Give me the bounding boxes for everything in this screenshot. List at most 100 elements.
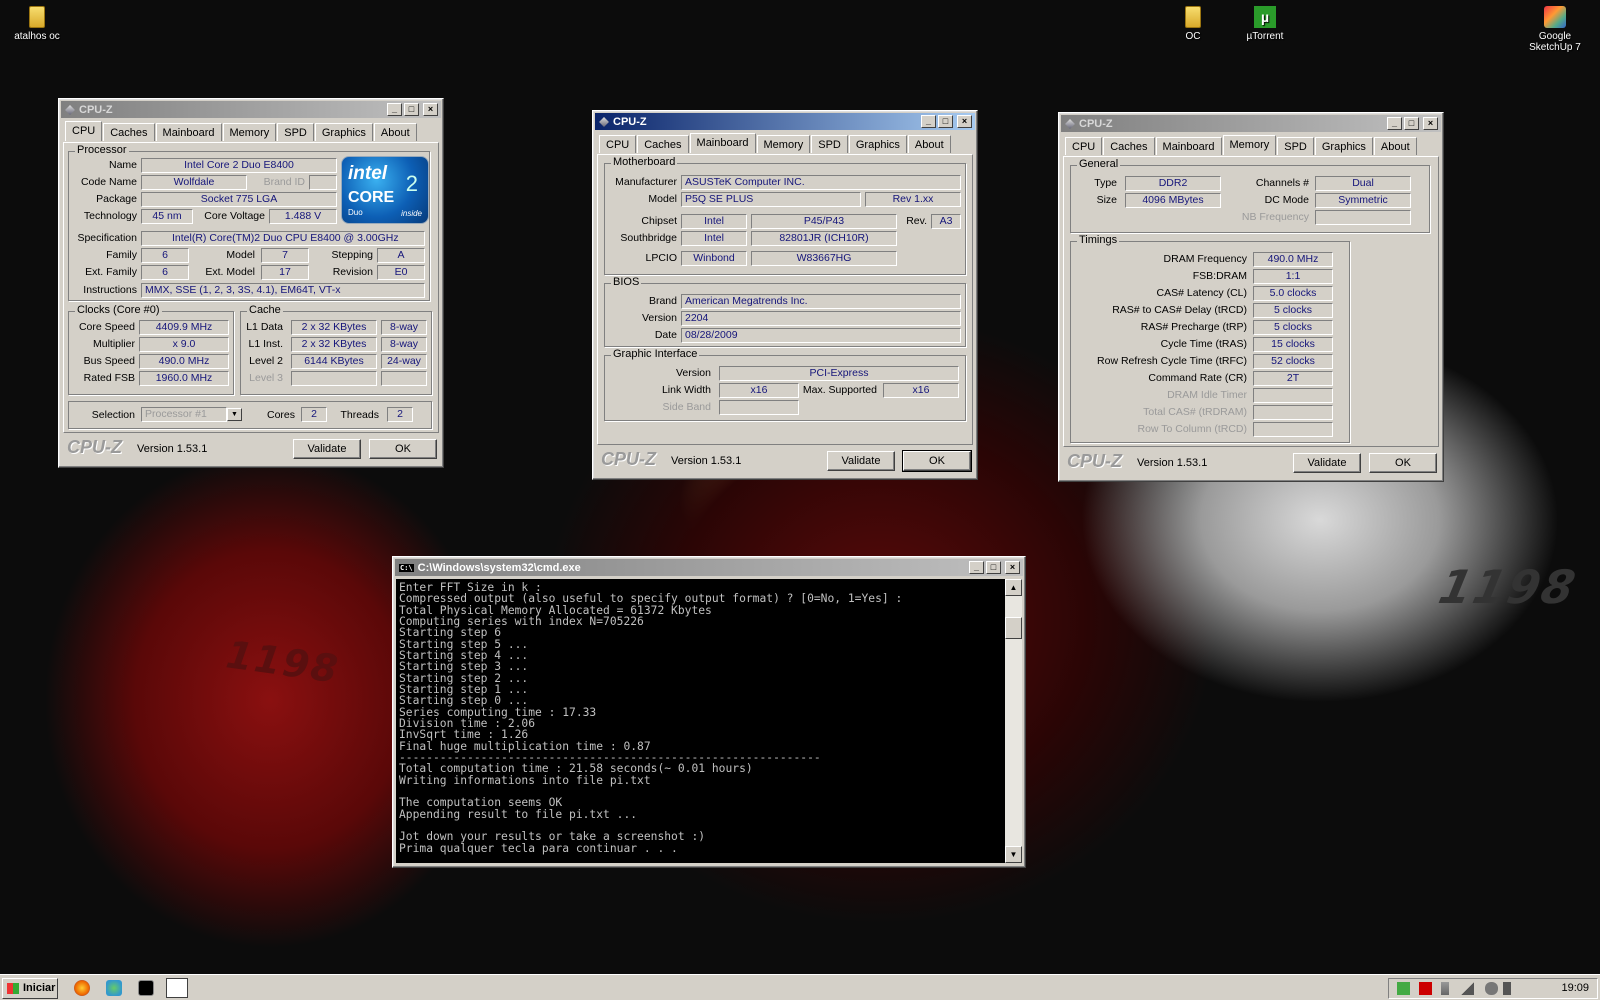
cpuz-taskbar-icon[interactable]	[166, 978, 188, 998]
ok-button[interactable]: OK	[1369, 453, 1437, 473]
console-line: Prima qualquer tecla para continuar . . …	[399, 841, 678, 855]
logo-text: 2	[405, 171, 418, 196]
tab-caches[interactable]: Caches	[637, 135, 689, 153]
logo-text: CORE	[348, 189, 395, 206]
tab-about[interactable]: About	[373, 123, 417, 141]
cpuz-window-mainboard: CPU-Z _ □ × CPU Caches Mainboard Memory …	[592, 110, 978, 480]
flag-icon[interactable]	[1441, 982, 1449, 995]
close-button[interactable]: ×	[423, 103, 438, 116]
lpcio-vendor-value: Winbond	[681, 251, 747, 266]
tab-about[interactable]: About	[1373, 137, 1417, 155]
desktop-icon-atalhos-oc[interactable]: atalhos oc	[0, 6, 74, 42]
tab-graphics[interactable]: Graphics	[1314, 137, 1373, 155]
maximize-button[interactable]: □	[404, 103, 419, 116]
label: DC Mode	[1264, 194, 1309, 206]
instructions-value: MMX, SSE (1, 2, 3, 3S, 4.1), EM64T, VT-x	[141, 283, 425, 298]
maximize-button[interactable]: □	[938, 115, 953, 128]
label: Chipset	[641, 215, 677, 227]
sideband-value	[719, 400, 799, 415]
tab-spd[interactable]: SPD	[277, 123, 314, 141]
tab-spd[interactable]: SPD	[1277, 137, 1314, 155]
bios-date-value: 08/28/2009	[681, 328, 961, 343]
timing-label: Command Rate (CR)	[1148, 372, 1247, 384]
tab-caches[interactable]: Caches	[1103, 137, 1155, 155]
cmd-taskbar-icon[interactable]	[138, 980, 154, 996]
tab-cpu[interactable]: CPU	[65, 121, 103, 141]
tab-about[interactable]: About	[907, 135, 951, 153]
label: Code Name	[80, 176, 137, 188]
close-button[interactable]: ×	[1423, 117, 1438, 130]
group-title: General	[1077, 158, 1121, 170]
tab-mainboard[interactable]: Mainboard	[155, 123, 222, 141]
cpuz-logo-icon	[65, 104, 75, 115]
tab-caches[interactable]: Caches	[103, 123, 155, 141]
minimize-button[interactable]: _	[969, 561, 984, 574]
manufacturer-value: ASUSTeK Computer INC.	[681, 175, 961, 190]
label: Type	[1094, 177, 1117, 189]
cpuz-logo-icon	[599, 116, 609, 127]
l3-value	[291, 371, 377, 386]
multiplier-value: x 9.0	[139, 337, 229, 352]
general-group: General Type DDR2 Channels # Dual Size 4…	[1070, 158, 1430, 233]
chevron-down-icon[interactable]: ▼	[227, 408, 242, 421]
network-icon[interactable]	[1397, 982, 1410, 995]
desktop-icon-google-sketchup[interactable]: Google SketchUp 7	[1518, 6, 1592, 53]
validate-button[interactable]: Validate	[293, 439, 361, 459]
start-button[interactable]: Iniciar	[2, 978, 58, 999]
utorrent-icon: µ	[1254, 6, 1276, 28]
ati-icon[interactable]	[1419, 982, 1432, 995]
tab-bar: CPU Caches Mainboard Memory SPD Graphics…	[1065, 135, 1418, 155]
system-tray: 19:09	[1388, 978, 1598, 999]
tab-graphics[interactable]: Graphics	[848, 135, 907, 153]
volume-icon[interactable]	[1485, 982, 1498, 995]
tab-graphics[interactable]: Graphics	[314, 123, 373, 141]
label: Version	[641, 312, 677, 324]
maximize-button[interactable]: □	[1404, 117, 1419, 130]
timing-value: 5.0 clocks	[1253, 286, 1333, 301]
selection-row: Selection Processor #1 ▼ Cores 2 Threads…	[68, 401, 432, 429]
desktop-icon-utorrent[interactable]: µ µTorrent	[1228, 6, 1302, 42]
speaker-icon[interactable]	[1503, 982, 1511, 995]
scroll-up-icon[interactable]: ▲	[1005, 579, 1022, 596]
vertical-scrollbar[interactable]: ▲ ▼	[1005, 579, 1022, 863]
tab-memory[interactable]: Memory	[222, 123, 277, 141]
scroll-thumb[interactable]	[1005, 617, 1022, 639]
ok-button[interactable]: OK	[369, 439, 437, 459]
title-bar[interactable]: CPU-Z _ □ ×	[595, 113, 975, 130]
timing-value	[1253, 388, 1333, 403]
minimize-button[interactable]: _	[921, 115, 936, 128]
timing-value: 15 clocks	[1253, 337, 1333, 352]
wallpaper-bike-badge: 1198	[1434, 560, 1582, 614]
signal-icon[interactable]	[1461, 982, 1474, 995]
tab-cpu[interactable]: CPU	[1065, 137, 1103, 155]
close-button[interactable]: ×	[1005, 561, 1020, 574]
tab-mainboard[interactable]: Mainboard	[689, 133, 756, 153]
logo-text: Duo	[348, 208, 363, 217]
tab-cpu[interactable]: CPU	[599, 135, 637, 153]
processor-select[interactable]: Processor #1	[141, 407, 227, 422]
cores-value: 2	[301, 407, 327, 422]
desktop-icon-oc[interactable]: OC	[1156, 6, 1230, 42]
minimize-button[interactable]: _	[387, 103, 402, 116]
label: L1 Inst.	[248, 338, 283, 350]
tab-mainboard[interactable]: Mainboard	[1155, 137, 1222, 155]
timing-label: RAS# Precharge (tRP)	[1140, 321, 1247, 333]
validate-button[interactable]: Validate	[1293, 453, 1361, 473]
messenger-icon[interactable]	[106, 980, 122, 996]
validate-button[interactable]: Validate	[827, 451, 895, 471]
close-button[interactable]: ×	[957, 115, 972, 128]
tab-memory[interactable]: Memory	[756, 135, 811, 153]
label: Channels #	[1255, 177, 1309, 189]
label: Revision	[332, 266, 373, 278]
title-bar[interactable]: CPU-Z _ □ ×	[1061, 115, 1441, 132]
firefox-icon[interactable]	[74, 980, 90, 996]
tab-memory[interactable]: Memory	[1222, 135, 1277, 155]
minimize-button[interactable]: _	[1387, 117, 1402, 130]
title-bar[interactable]: C:\ C:\Windows\system32\cmd.exe _ □ ×	[395, 559, 1023, 576]
scroll-down-icon[interactable]: ▼	[1005, 846, 1022, 863]
title-bar[interactable]: CPU-Z _ □ ×	[61, 101, 441, 118]
maximize-button[interactable]: □	[986, 561, 1001, 574]
console-output[interactable]: Enter FFT Size in k : Compressed output (…	[396, 579, 1005, 863]
ok-button[interactable]: OK	[902, 450, 972, 472]
tab-spd[interactable]: SPD	[811, 135, 848, 153]
